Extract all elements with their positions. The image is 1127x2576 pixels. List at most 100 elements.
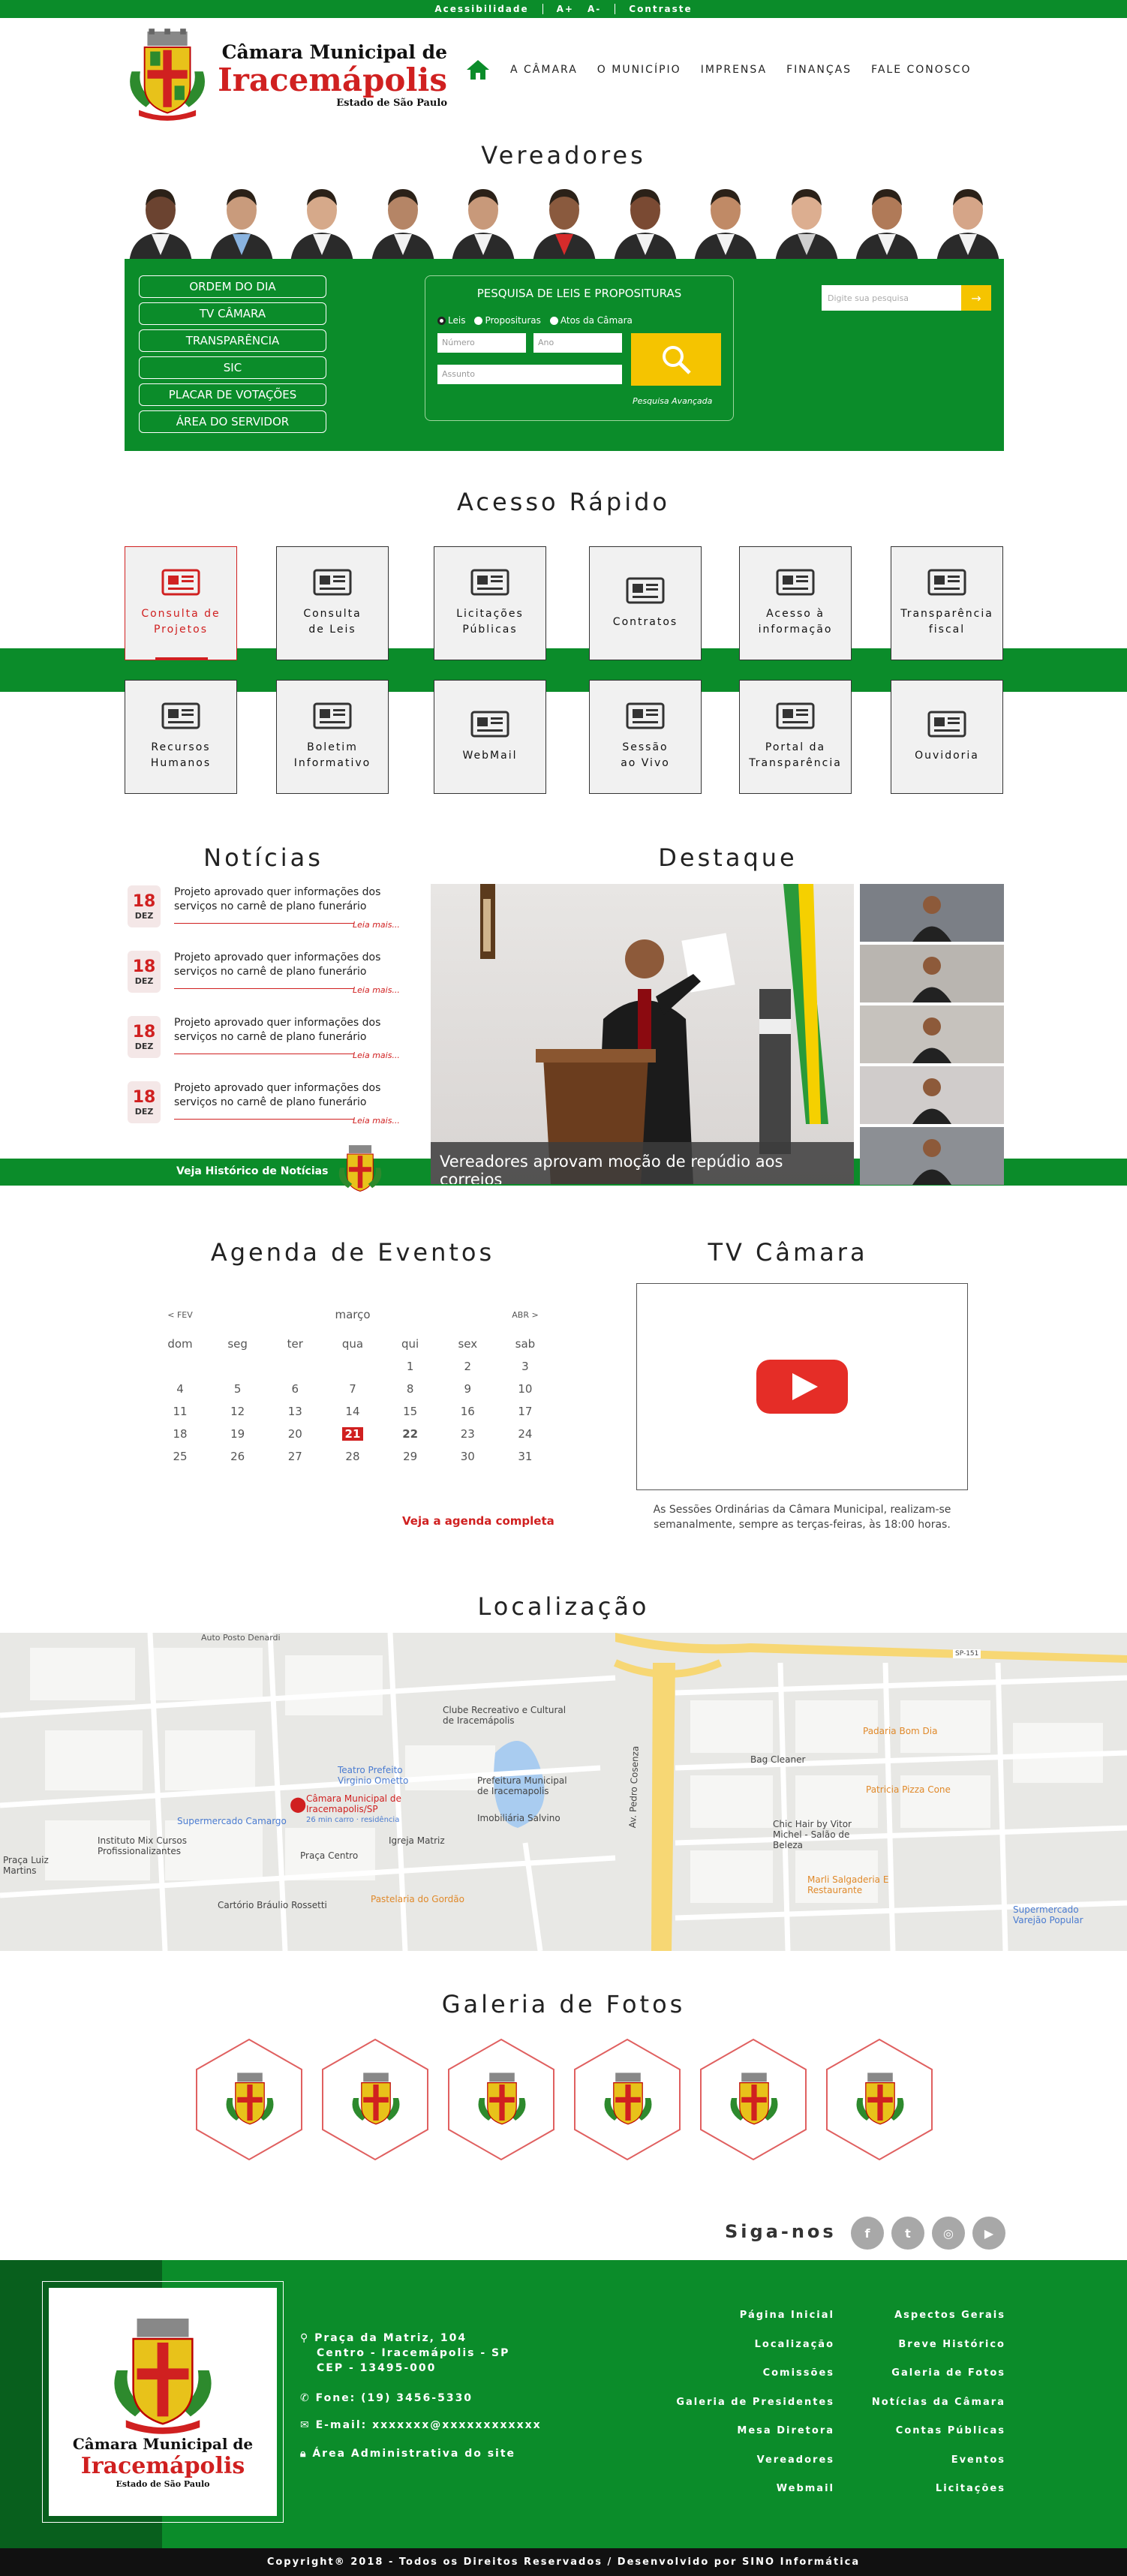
calendar-day[interactable]: 11 — [158, 1405, 203, 1418]
calendar-day[interactable]: 15 — [388, 1405, 433, 1418]
tile-portal-transparencia[interactable]: Portal da Transparência — [739, 680, 852, 794]
calendar-day[interactable]: 18 — [158, 1427, 203, 1441]
tile-webmail[interactable]: WebMail — [434, 680, 546, 794]
font-increase-link[interactable]: A+ — [557, 4, 574, 14]
tile-consulta-leis[interactable]: Consulta de Leis — [276, 546, 389, 660]
footer-link[interactable]: Comissões — [645, 2367, 834, 2397]
tile-sessao-vivo[interactable]: Sessão ao Vivo — [589, 680, 702, 794]
news-item[interactable]: 18 DEZ Projeto aprovado quer informações … — [128, 885, 405, 945]
calendar-day[interactable]: 29 — [388, 1450, 433, 1463]
news-headline[interactable]: Projeto aprovado quer informações dos se… — [174, 1016, 399, 1045]
vereador-photo[interactable] — [931, 180, 1004, 263]
footer-link[interactable]: Eventos — [855, 2454, 1005, 2484]
calendar-day[interactable]: 23 — [445, 1427, 490, 1441]
calendar-day[interactable]: 16 — [445, 1405, 490, 1418]
vereador-photo[interactable] — [447, 180, 520, 263]
historico-noticias-link[interactable]: Veja Histórico de Notícias — [176, 1165, 328, 1177]
destaque-caption[interactable]: Vereadores aprovam moção de repúdio aos … — [431, 1142, 854, 1184]
destaque-thumbnail[interactable] — [860, 945, 1004, 1002]
calendar-day[interactable]: 7 — [330, 1382, 375, 1396]
ordem-do-dia-button[interactable]: ORDEM DO DIA — [139, 275, 326, 298]
destaque-thumbnail[interactable] — [860, 1066, 1004, 1124]
vereador-photo[interactable] — [286, 180, 359, 263]
calendar-day[interactable]: 5 — [215, 1382, 260, 1396]
calendar-prev-month[interactable]: < FEV — [158, 1310, 203, 1320]
vereador-photo[interactable] — [851, 180, 924, 263]
calendar-next-month[interactable]: ABR > — [503, 1310, 548, 1320]
news-item[interactable]: 18 DEZ Projeto aprovado quer informações … — [128, 1016, 405, 1076]
calendar-day[interactable]: 4 — [158, 1382, 203, 1396]
calendar-day[interactable]: 25 — [158, 1450, 203, 1463]
gallery-item[interactable] — [194, 2038, 304, 2161]
nav-item-financas[interactable]: FINANÇAS — [786, 64, 852, 76]
calendar-day[interactable]: 6 — [272, 1382, 317, 1396]
youtube-icon[interactable]: ▶ — [972, 2217, 1005, 2250]
destaque-thumbnail[interactable] — [860, 1005, 1004, 1063]
footer-link[interactable]: Contas Públicas — [855, 2425, 1005, 2454]
destaque-thumbnail[interactable] — [860, 884, 1004, 942]
admin-area-link[interactable]: Área Administrativa do site — [312, 2448, 515, 2460]
vereador-photo[interactable] — [125, 180, 197, 263]
site-logo[interactable]: Câmara Municipal de Iracemápolis Estado … — [125, 23, 447, 128]
agenda-completa-link[interactable]: Veja a agenda completa — [402, 1514, 554, 1528]
footer-link[interactable]: Galeria de Fotos — [855, 2367, 1005, 2397]
footer-link[interactable]: Breve Histórico — [855, 2339, 1005, 2368]
footer-link[interactable]: Webmail — [645, 2483, 834, 2512]
news-headline[interactable]: Projeto aprovado quer informações dos se… — [174, 885, 399, 914]
news-item[interactable]: 18 DEZ Projeto aprovado quer informações … — [128, 1081, 405, 1141]
location-map[interactable]: Auto Posto Denardi Clube Recreativo e Cu… — [0, 1633, 1127, 1951]
tv-camara-button[interactable]: TV CÂMARA — [139, 302, 326, 325]
calendar-day[interactable]: 1 — [388, 1360, 433, 1373]
accessibility-link[interactable]: Acessibilidade — [434, 4, 528, 14]
footer-link[interactable]: Página Inicial — [645, 2310, 834, 2339]
news-headline[interactable]: Projeto aprovado quer informações dos se… — [174, 951, 399, 979]
footer-link[interactable]: Localização — [645, 2339, 834, 2368]
vereador-photo[interactable] — [366, 180, 439, 263]
contrast-link[interactable]: Contraste — [629, 4, 692, 14]
twitter-icon[interactable]: t — [891, 2217, 924, 2250]
placar-votacoes-button[interactable]: PLACAR DE VOTAÇÕES — [139, 383, 326, 406]
calendar-day[interactable]: 9 — [445, 1382, 490, 1396]
radio-atos[interactable]: Atos da Câmara — [549, 315, 633, 326]
gallery-item[interactable] — [825, 2038, 934, 2161]
calendar-day[interactable]: 31 — [503, 1450, 548, 1463]
tile-ouvidoria[interactable]: Ouvidoria — [891, 680, 1003, 794]
calendar-day[interactable]: 22 — [388, 1427, 433, 1441]
tile-acesso-informacao[interactable]: Acesso à informação — [739, 546, 852, 660]
radio-leis[interactable]: Leis — [437, 315, 465, 326]
gallery-item[interactable] — [446, 2038, 556, 2161]
nav-item-camara[interactable]: A CÂMARA — [510, 64, 578, 76]
radio-proposituras[interactable]: Proposituras — [474, 315, 541, 326]
calendar-day[interactable]: 27 — [272, 1450, 317, 1463]
calendar-day[interactable]: 24 — [503, 1427, 548, 1441]
nav-item-municipio[interactable]: O MUNICÍPIO — [597, 64, 681, 76]
destaque-thumbnail[interactable] — [860, 1127, 1004, 1185]
transparencia-button[interactable]: TRANSPARÊNCIA — [139, 329, 326, 352]
numero-field[interactable]: Número — [437, 333, 526, 353]
site-search-input[interactable]: Digite sua pesquisa — [822, 285, 961, 311]
footer-link[interactable]: Notícias da Câmara — [855, 2397, 1005, 2426]
nav-item-imprensa[interactable]: IMPRENSA — [701, 64, 767, 76]
site-search-button[interactable]: → — [961, 285, 991, 311]
footer-logo[interactable]: Câmara Municipal de Iracemápolis Estado … — [49, 2288, 277, 2516]
destaque-main-photo[interactable]: Vereadores aprovam moção de repúdio aos … — [431, 884, 854, 1184]
calendar-day[interactable]: 13 — [272, 1405, 317, 1418]
calendar-day[interactable]: 12 — [215, 1405, 260, 1418]
calendar-day[interactable]: 26 — [215, 1450, 260, 1463]
home-icon[interactable] — [465, 59, 491, 81]
calendar-day[interactable]: 2 — [445, 1360, 490, 1373]
leis-search-button[interactable] — [631, 333, 721, 386]
news-headline[interactable]: Projeto aprovado quer informações dos se… — [174, 1081, 399, 1110]
calendar-day[interactable]: 10 — [503, 1382, 548, 1396]
advanced-search-link[interactable]: Pesquisa Avançada — [633, 396, 712, 406]
footer-link[interactable]: Licitações — [855, 2483, 1005, 2512]
font-decrease-link[interactable]: A- — [588, 4, 601, 14]
news-read-more[interactable]: Leia mais... — [353, 1116, 400, 1126]
tile-consulta-projetos[interactable]: Consulta de Projetos — [125, 546, 237, 660]
youtube-play-icon[interactable] — [756, 1360, 848, 1414]
calendar-day[interactable]: 20 — [272, 1427, 317, 1441]
vereador-photo[interactable] — [527, 180, 600, 263]
tile-transparencia-fiscal[interactable]: Transparência fiscal — [891, 546, 1003, 660]
news-read-more[interactable]: Leia mais... — [353, 1051, 400, 1060]
calendar-day[interactable]: 19 — [215, 1427, 260, 1441]
